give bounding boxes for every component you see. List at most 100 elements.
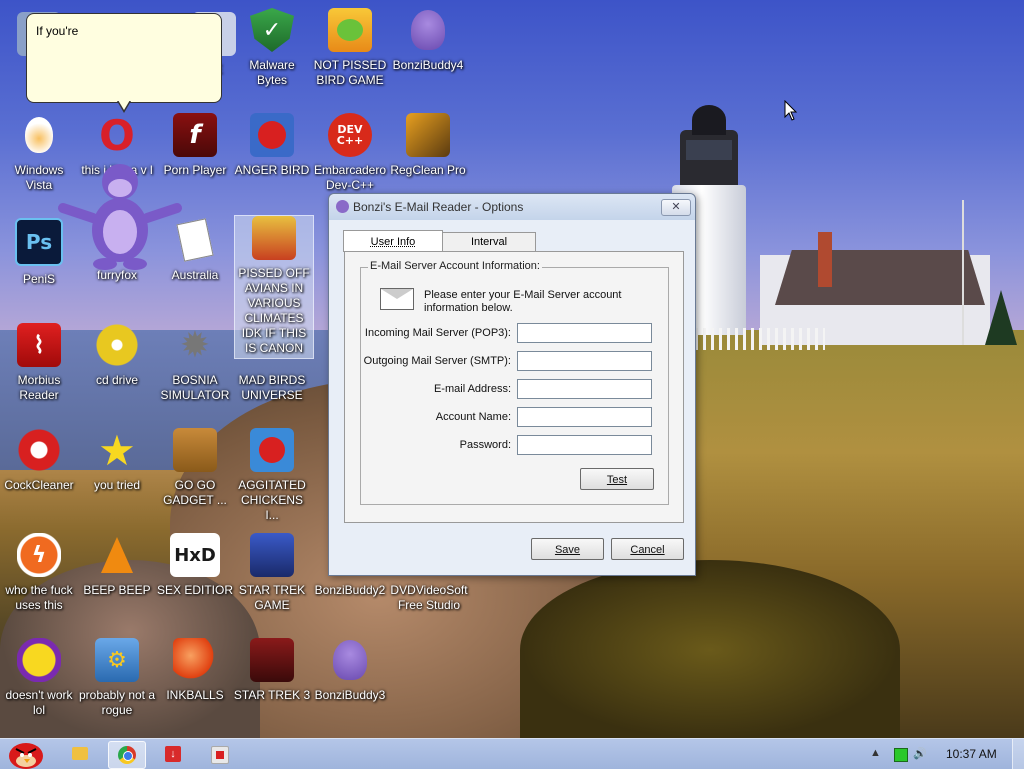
icon-label: SEX EDITIOR bbox=[156, 583, 234, 598]
desktop-icon-star-trek-3[interactable]: STAR TREK 3 bbox=[233, 638, 311, 703]
dev-cpp-icon: DEV C++ bbox=[328, 113, 372, 157]
desktop-icon-regclean-pro[interactable]: RegClean Pro bbox=[389, 113, 467, 178]
chrome-icon bbox=[118, 746, 136, 764]
taskbar-chrome[interactable] bbox=[108, 741, 146, 769]
tab-interval[interactable]: Interval bbox=[442, 232, 536, 252]
taskbar-explorer[interactable] bbox=[62, 741, 98, 767]
flash-icon: f bbox=[173, 113, 217, 157]
fence-background bbox=[695, 328, 825, 350]
icon-label: DVDVideoSoft Free Studio bbox=[389, 583, 469, 613]
desktop-icon-cockcleaner[interactable]: CockCleaner bbox=[0, 428, 78, 493]
briefcase-icon bbox=[173, 428, 217, 472]
bonzi-icon bbox=[406, 8, 450, 52]
icon-label: BonziBuddy4 bbox=[389, 58, 467, 73]
flagpole-background bbox=[962, 200, 964, 345]
save-button[interactable]: Save bbox=[531, 538, 604, 560]
roof-background bbox=[775, 250, 985, 305]
options-dialog: Bonzi's E-Mail Reader - Options ✕ User I… bbox=[328, 193, 696, 576]
icon-label: ANGER BIRD bbox=[233, 163, 311, 178]
pop3-input[interactable] bbox=[517, 323, 652, 343]
desktop-icon-dvdvideosoft[interactable]: DVDVideoSoft Free Studio bbox=[389, 577, 469, 613]
speech-bubble: If you're bbox=[26, 13, 222, 103]
icon-label: BonziBuddy2 bbox=[311, 583, 389, 598]
icon-label: STAR TREK 3 bbox=[233, 688, 311, 703]
tab-label: Interval bbox=[471, 236, 507, 248]
hxd-icon: HxD bbox=[170, 533, 220, 577]
desktop-icon-bonzibuddy3[interactable]: BonziBuddy3 bbox=[311, 638, 389, 703]
desktop-icon-morbius-reader[interactable]: ⌇ Morbius Reader bbox=[0, 323, 78, 403]
desktop-icon-doesnt-work[interactable]: doesn't work lol bbox=[0, 638, 78, 718]
desktop-icon-you-tried[interactable]: ★ you tried bbox=[78, 428, 156, 493]
clock[interactable]: 10:37 AM bbox=[946, 747, 997, 761]
close-button[interactable]: ✕ bbox=[661, 199, 691, 216]
form-row: Password: bbox=[361, 435, 668, 455]
tab-panel: E-Mail Server Account Information: Pleas… bbox=[344, 251, 684, 523]
volume-icon[interactable]: 🔊 bbox=[913, 747, 927, 760]
star-icon: ★ bbox=[95, 428, 139, 472]
green-pig-icon bbox=[328, 8, 372, 52]
desktop-icon-star-trek-game[interactable]: STAR TREK GAME bbox=[233, 533, 311, 613]
desktop-icon-go-go-gadget[interactable]: GO GO GADGET ... bbox=[156, 428, 234, 508]
vlc-cone-icon bbox=[95, 533, 139, 577]
test-button[interactable]: Test bbox=[580, 468, 654, 490]
icon-label: BEEP BEEP bbox=[78, 583, 156, 598]
desktop-icon-cd-drive[interactable]: cd drive bbox=[78, 323, 156, 388]
cube-icon bbox=[406, 113, 450, 157]
bonzi-character[interactable] bbox=[55, 160, 185, 272]
desktop-icon-beep-beep[interactable]: BEEP BEEP bbox=[78, 533, 156, 598]
smtp-input[interactable] bbox=[517, 351, 652, 371]
email-input[interactable] bbox=[517, 379, 652, 399]
mouse-cursor-icon bbox=[784, 100, 798, 127]
taskbar-pdf-app[interactable] bbox=[201, 741, 237, 767]
desktop-icon-embarcadero[interactable]: DEV C++ Embarcadero Dev-C++ bbox=[311, 113, 389, 193]
speech-bubble-tail bbox=[118, 100, 130, 110]
icon-label: STAR TREK GAME bbox=[233, 583, 311, 613]
icon-label: cd drive bbox=[78, 373, 156, 388]
pdf-icon: ⌇ bbox=[17, 323, 61, 367]
desktop-icon-inkballs[interactable]: INKBALLS bbox=[156, 638, 234, 703]
opera-icon: O bbox=[95, 113, 139, 157]
app-icon bbox=[250, 323, 294, 367]
speech-bubble-text: If you're bbox=[36, 24, 221, 38]
desktop-icon-who-uses-this[interactable]: ϟ who the fuck uses this bbox=[0, 533, 78, 613]
icon-label: GO GO GADGET ... bbox=[156, 478, 234, 508]
bonzi-icon bbox=[336, 200, 349, 213]
form-row: Outgoing Mail Server (SMTP): bbox=[361, 351, 668, 371]
seasons-bird-icon bbox=[252, 216, 296, 260]
form-row: Account Name: bbox=[361, 407, 668, 427]
desktop-icon-anger-bird[interactable]: ANGER BIRD bbox=[233, 113, 311, 178]
desktop-icon-not-pissed-bird-game[interactable]: NOT PISSED BIRD GAME bbox=[311, 8, 389, 88]
password-input[interactable] bbox=[517, 435, 652, 455]
show-desktop-button[interactable] bbox=[1012, 739, 1024, 769]
desktop-icon-probably-not-a-rogue[interactable]: ⚙ probably not a rogue bbox=[78, 638, 156, 718]
desktop-icon-bosnia-simulator[interactable]: ✹ BOSNIA SIMULATOR bbox=[156, 323, 234, 403]
tree-background bbox=[985, 290, 1017, 345]
desktop-icon-malware-bytes[interactable]: ✓ Malware Bytes bbox=[233, 8, 311, 88]
desktop-icon-mad-birds-universe[interactable]: MAD BIRDS UNIVERSE bbox=[233, 323, 311, 403]
instructions-text: Please enter your E-Mail Server account … bbox=[424, 289, 654, 315]
bush-background bbox=[520, 560, 900, 738]
cancel-button[interactable]: Cancel bbox=[611, 538, 684, 560]
email-label: E-mail Address: bbox=[434, 383, 511, 395]
egg-icon bbox=[17, 113, 61, 157]
dialog-titlebar[interactable]: Bonzi's E-Mail Reader - Options ✕ bbox=[329, 194, 695, 220]
tab-label: User Info bbox=[371, 236, 416, 248]
taskbar-download-app[interactable]: ↓ bbox=[155, 741, 191, 767]
network-icon[interactable] bbox=[894, 748, 908, 762]
desktop-icon-sex-editior[interactable]: HxD SEX EDITIOR bbox=[156, 533, 234, 598]
desktop-icon-bonzibuddy2[interactable]: BonziBuddy2 bbox=[311, 577, 389, 598]
password-label: Password: bbox=[460, 439, 511, 451]
dialog-title: Bonzi's E-Mail Reader - Options bbox=[353, 200, 523, 214]
chimney-background bbox=[818, 232, 832, 287]
icon-label: Morbius Reader bbox=[0, 373, 78, 403]
save-button-label: Save bbox=[555, 544, 580, 556]
desktop-icon-bonzibuddy4[interactable]: BonziBuddy4 bbox=[389, 8, 467, 73]
start-button[interactable] bbox=[2, 739, 50, 769]
desktop-icon-aggitated-chickens[interactable]: AGGITATED CHICKENS I... bbox=[233, 428, 311, 523]
tray-expand-arrow-icon[interactable]: ▲ bbox=[870, 747, 881, 759]
tab-user-info[interactable]: User Info bbox=[343, 230, 443, 252]
icon-label: NOT PISSED BIRD GAME bbox=[311, 58, 389, 88]
account-name-input[interactable] bbox=[517, 407, 652, 427]
lighthouse-glass bbox=[686, 140, 732, 160]
monitor-gears-icon: ⚙ bbox=[95, 638, 139, 682]
